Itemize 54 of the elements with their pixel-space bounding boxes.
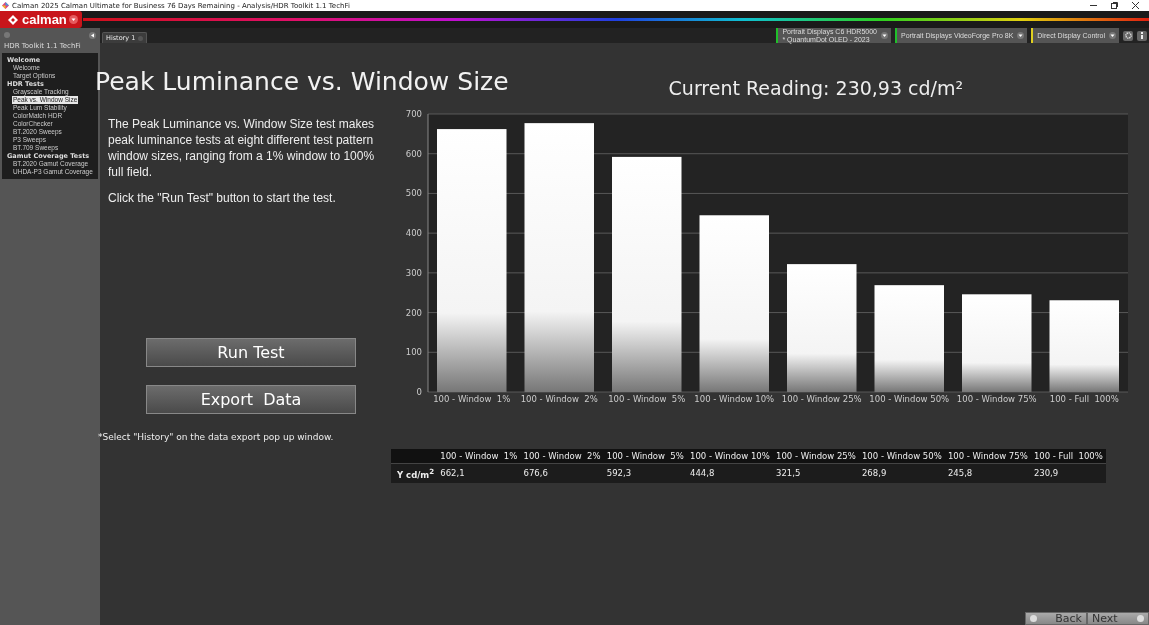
description-paragraph: The Peak Luminance vs. Window Size test makes peak luminance tests at eight different test pattern window sizes, ranging from a 1% window to 100% full field. xyxy=(108,116,376,180)
table-cell: 245,8 xyxy=(944,463,1031,483)
table-cell: 268,9 xyxy=(858,463,945,483)
table-cell: 676,6 xyxy=(520,463,604,483)
axis-tick-label: 700 xyxy=(405,109,422,119)
info-icon[interactable] xyxy=(1137,30,1147,41)
table-cell: 321,5 xyxy=(773,463,859,483)
app-logo[interactable]: calman xyxy=(0,11,82,28)
axis-category-label: 100 - Window 25% xyxy=(781,394,862,404)
maximize-icon[interactable] xyxy=(1111,2,1118,9)
axis-category-label: 100 - Full 100% xyxy=(1049,394,1119,404)
nav-button[interactable]: Back xyxy=(1025,612,1087,625)
axis-tick-label: 300 xyxy=(405,267,422,278)
settings-icon[interactable] xyxy=(1123,30,1133,41)
app-icon xyxy=(2,2,9,9)
dropdown-icon[interactable] xyxy=(69,15,78,24)
action-button[interactable]: Run Test xyxy=(146,338,356,367)
axis-tick-label: 400 xyxy=(405,228,422,239)
collapse-icon[interactable] xyxy=(89,31,96,39)
dropdown-icon xyxy=(1109,32,1116,39)
page-heading: Peak Luminance vs. Window Size xyxy=(95,66,509,98)
axis-tick-label: 0 xyxy=(416,387,422,397)
column-header: 100 - Window 5% xyxy=(603,449,687,464)
column-header: 100 - Full 100% xyxy=(1030,449,1106,464)
action-button[interactable]: Export Data xyxy=(146,385,356,414)
column-header: 100 - Window 50% xyxy=(858,449,945,464)
description-paragraph: Click the "Run Test" button to start the test. xyxy=(108,190,337,206)
column-header: 100 - Window 75% xyxy=(944,449,1031,464)
axis-category-label: 100 - Window 50% xyxy=(869,394,950,404)
close-icon[interactable] xyxy=(1132,2,1139,9)
current-reading: Current Reading: 230,93 cd/m² xyxy=(668,76,964,100)
dropdown-icon xyxy=(881,32,888,39)
column-header: 100 - Window 10% xyxy=(687,449,773,464)
axis-category-label: 100 - Window 1% xyxy=(433,394,511,404)
axis-tick-label: 600 xyxy=(405,148,422,159)
axis-tick-label: 500 xyxy=(405,188,422,199)
row-header: Y cd/m$^{2}$ xyxy=(391,463,438,483)
axis-category-label: 100 - Window 10% xyxy=(694,394,775,404)
column-header: 100 - Window 1% xyxy=(437,449,521,464)
table-cell: 230,9 xyxy=(1030,463,1106,483)
table-cell: 444,8 xyxy=(687,463,773,483)
diamond-logo-icon xyxy=(8,14,18,25)
table-cell: 592,3 xyxy=(603,463,687,483)
nav-button[interactable]: Next xyxy=(1087,612,1149,625)
column-header: 100 - Window 25% xyxy=(773,449,859,464)
axis-tick-label: 100 xyxy=(405,347,422,358)
axis-category-label: 100 - Window 75% xyxy=(956,394,1037,404)
column-header: 100 - Window 2% xyxy=(520,449,604,464)
footnote: *Select "History" on the data export pop up window. xyxy=(98,432,335,442)
table-cell: 662,1 xyxy=(437,463,521,483)
axis-category-label: 100 - Window 5% xyxy=(608,394,686,404)
dropdown-icon xyxy=(1017,32,1025,39)
axis-tick-label: 200 xyxy=(405,307,422,318)
axis-category-label: 100 - Window 2% xyxy=(520,394,598,404)
